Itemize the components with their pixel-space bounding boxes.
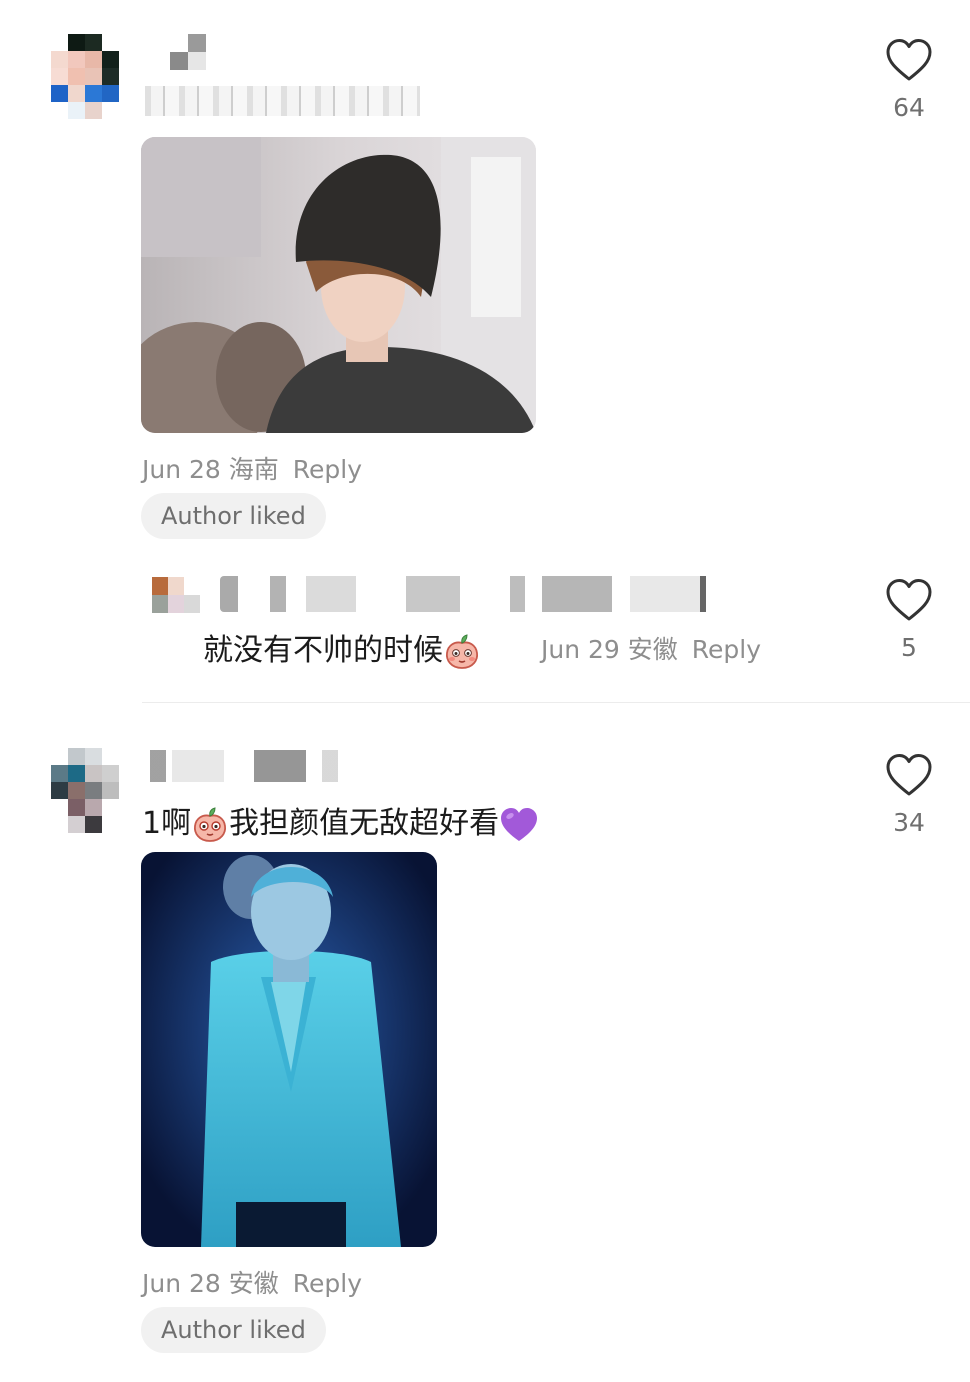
divider xyxy=(142,702,970,703)
like-count: 64 xyxy=(893,93,925,122)
username[interactable] xyxy=(170,34,206,70)
comment-location: 海南 xyxy=(228,455,279,484)
reply-button[interactable]: Reply xyxy=(293,455,362,484)
reply-location: 安徽 xyxy=(627,635,678,664)
comment-text: 1啊 我担颜值无敌超好看 xyxy=(142,798,539,844)
comment-date: Jun 28 xyxy=(142,455,221,484)
comment-date: Jun 28 xyxy=(142,1269,221,1298)
reply-avatar[interactable] xyxy=(152,577,200,613)
peach-shy-emoji xyxy=(446,633,478,669)
comment-text-part1: 1啊 xyxy=(142,806,192,841)
reply-like-count: 5 xyxy=(901,633,917,662)
reply-button[interactable]: Reply xyxy=(293,1269,362,1298)
reply-meta: Jun 29 安徽 Reply xyxy=(541,630,761,666)
author-liked-badge: Author liked xyxy=(141,1307,326,1353)
reply-date: Jun 29 xyxy=(541,635,620,664)
comment-location: 安徽 xyxy=(228,1269,279,1298)
comment-photo[interactable] xyxy=(141,137,536,433)
like-count: 34 xyxy=(893,808,925,837)
reply-text-content: 就没有不帅的时候 xyxy=(203,633,443,668)
heart-outline-icon[interactable] xyxy=(885,753,933,797)
reply-username[interactable] xyxy=(220,576,715,612)
peach-shy-emoji xyxy=(194,806,227,842)
username[interactable] xyxy=(150,750,340,782)
author-liked-badge: Author liked xyxy=(141,493,326,539)
comment-text-part2: 我担颜值无敌超好看 xyxy=(229,806,500,841)
comment-photo[interactable] xyxy=(141,852,437,1247)
purple-heart-emoji xyxy=(501,807,538,841)
comment-meta: Jun 28 安徽 Reply xyxy=(142,1264,362,1300)
comment-meta: Jun 28 海南 Reply xyxy=(142,450,362,486)
heart-outline-icon[interactable] xyxy=(885,578,933,622)
avatar[interactable] xyxy=(51,34,119,119)
avatar[interactable] xyxy=(51,748,119,833)
reply-text: 就没有不帅的时候 xyxy=(203,625,481,671)
heart-outline-icon[interactable] xyxy=(885,38,933,82)
blurred-comment-text xyxy=(145,86,420,116)
reply-reply-button[interactable]: Reply xyxy=(692,635,761,664)
